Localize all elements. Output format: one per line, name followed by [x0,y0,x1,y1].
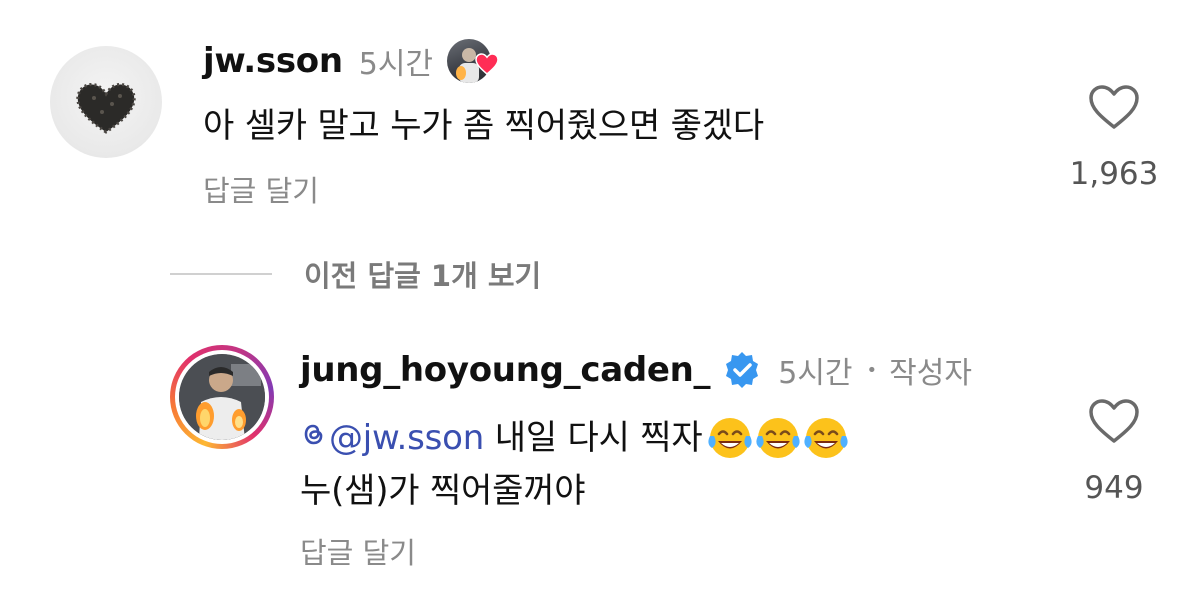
comment-text-line-2: 누(샘)가 찍어줄꺼야 [300,471,586,511]
heart-outline-icon[interactable] [1088,398,1140,448]
timestamp: 5시간 [358,47,434,82]
reply-comment-item: jung_hoyoung_caden_ 5시간 • 작성자 @jw.sson 내… [0,330,1200,590]
comment-text-line-1: @jw.sson 내일 다시 찍자 [300,413,850,463]
red-heart-icon [475,53,499,79]
username[interactable]: jung_hoyoung_caden_ [300,350,711,390]
divider-line [170,273,272,275]
avatar [179,354,265,440]
heart-outline-icon[interactable] [1088,84,1140,134]
verified-badge-icon [722,350,762,390]
like-section: 949 [1064,398,1164,506]
reply-button[interactable]: 답글 달기 [203,168,319,210]
timestamp: 5시간 [778,356,853,391]
heart-shaped-truffle-image [76,82,136,134]
comment-item: jw.sson 5시간 아 셀카 말고 누가 좀 찍어줬으면 좋겠다 답글 달기 [0,0,1200,230]
comment-text: 내일 다시 찍자 [484,418,703,458]
face-with-tears-of-joy-icon [804,418,849,458]
like-count: 949 [1084,470,1144,506]
comment-text: 아 셀카 말고 누가 좀 찍어줬으면 좋겠다 [203,106,764,146]
face-with-tears-of-joy-icon [756,418,801,458]
mention-link[interactable]: @jw.sson [300,413,484,463]
comment-header: jw.sson 5시간 [203,38,499,84]
avatar[interactable] [50,46,162,158]
mention-text[interactable]: @jw.sson [329,413,484,463]
reply-button[interactable]: 답글 달기 [300,530,416,572]
avatar-story-ring[interactable] [170,345,274,449]
view-previous-replies-label[interactable]: 이전 답글 1개 보기 [304,253,541,295]
author-liked-badge [447,39,499,83]
comment-header: jung_hoyoung_caden_ 5시간 • 작성자 [300,347,972,393]
face-with-tears-of-joy-icon [708,418,753,458]
author-tag: 작성자 [889,356,972,391]
view-previous-replies[interactable]: 이전 답글 1개 보기 [170,250,541,298]
threads-icon [300,413,326,463]
separator-dot: • [866,359,878,381]
emoji-group [706,414,850,462]
username[interactable]: jw.sson [203,41,343,81]
like-count: 1,963 [1069,156,1159,192]
like-section: 1,963 [1064,84,1164,192]
